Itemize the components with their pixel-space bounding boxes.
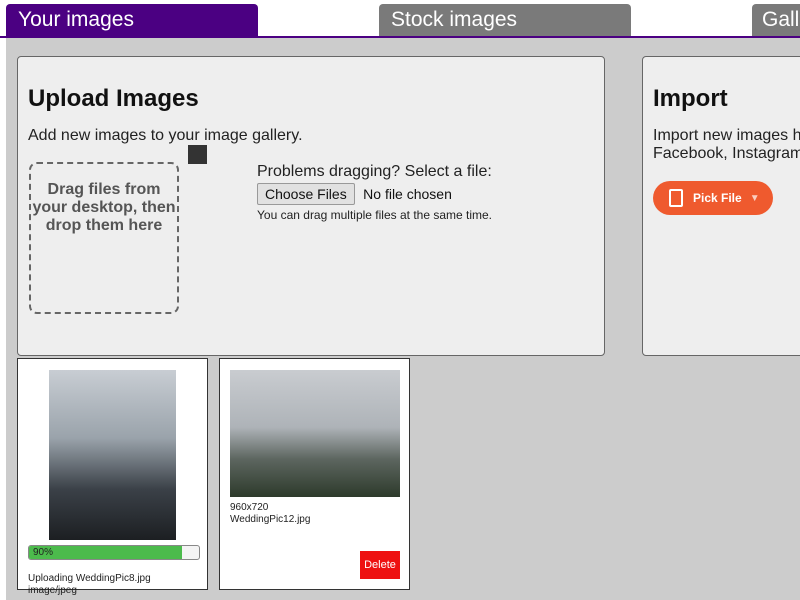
no-file-text: No file chosen — [363, 186, 452, 202]
import-panel: Import Import new images h Facebook, Ins… — [642, 56, 800, 356]
drop-zone[interactable]: Drag files from your desktop, then drop … — [29, 162, 179, 314]
problems-text: Problems dragging? Select a file: — [257, 163, 492, 180]
tab-stock-images[interactable]: Stock images — [379, 4, 631, 37]
delete-button[interactable]: Delete — [360, 551, 400, 579]
upload-description: Add new images to your image gallery. — [28, 127, 303, 144]
image-dimensions: 960x720 — [230, 502, 269, 513]
upload-mime: image/jpeg — [28, 585, 77, 596]
upload-status: Uploading WeddingPic8.jpg — [28, 573, 151, 584]
drop-zone-text: Drag files from your desktop, then drop … — [32, 181, 176, 234]
pick-file-button[interactable]: Pick File ▼ — [653, 181, 773, 215]
file-icon — [669, 189, 683, 207]
choose-files-button[interactable]: Choose Files — [257, 183, 355, 205]
broken-image-icon — [188, 145, 207, 164]
import-description: Import new images h Facebook, Instagram — [653, 127, 800, 163]
upload-progress-label: 90% — [33, 547, 54, 558]
upload-title: Upload Images — [28, 85, 199, 112]
import-title: Import — [653, 85, 728, 112]
content-area: Upload Images Add new images to your ima… — [6, 38, 800, 600]
wedding-photo-2 — [230, 370, 400, 497]
tab-gallery[interactable]: Gall — [752, 4, 800, 37]
upload-progress-bar: 90% — [28, 545, 200, 560]
file-select-block: Problems dragging? Select a file: Choose… — [257, 163, 492, 222]
image-card: 960x720 WeddingPic12.jpg Delete — [219, 358, 410, 590]
image-filename: WeddingPic12.jpg — [230, 514, 311, 525]
tab-your-images[interactable]: Your images — [6, 4, 258, 37]
import-description-line2: Facebook, Instagram — [653, 145, 800, 162]
drag-hint: You can drag multiple files at the same … — [257, 208, 493, 222]
pick-file-label: Pick File — [693, 191, 742, 205]
chevron-down-icon: ▼ — [749, 192, 760, 204]
uploading-card: 90% Uploading WeddingPic8.jpg image/jpeg — [17, 358, 208, 596]
import-description-line1: Import new images h — [653, 127, 800, 144]
wedding-photo-1 — [49, 370, 176, 540]
upload-panel: Upload Images Add new images to your ima… — [17, 56, 605, 356]
